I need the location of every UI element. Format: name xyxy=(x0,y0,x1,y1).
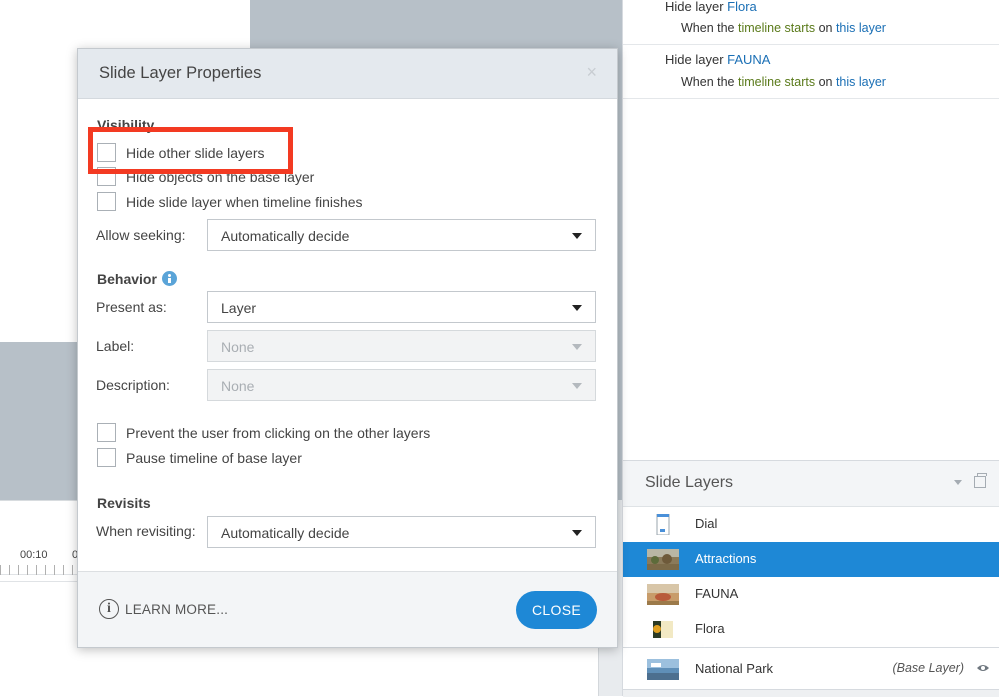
layer-item-flora[interactable]: Flora xyxy=(623,612,999,647)
trigger-action: Hide layer FAUNA xyxy=(665,52,770,67)
behavior-section-title: Behavior xyxy=(97,271,157,287)
checkbox-label: Hide slide layer when timeline finishes xyxy=(126,194,363,210)
chevron-down-icon xyxy=(572,344,582,350)
allow-seeking-select[interactable]: Automatically decide xyxy=(207,219,596,251)
trigger-condition: When the timeline starts on this layer xyxy=(681,21,886,35)
select-value: Automatically decide xyxy=(221,525,350,541)
dialog-title: Slide Layer Properties xyxy=(99,64,262,82)
trigger-action-text: Hide layer xyxy=(665,0,728,14)
layer-name: Attractions xyxy=(695,551,757,566)
label-label: Label: xyxy=(96,338,135,354)
trigger-target-link[interactable]: FAUNA xyxy=(727,52,770,67)
layer-item-fauna[interactable]: FAUNA xyxy=(623,577,999,612)
learn-more-link[interactable]: LEARN MORE... xyxy=(125,602,228,617)
close-icon[interactable]: × xyxy=(586,63,597,81)
trigger-object-link[interactable]: this layer xyxy=(836,21,886,35)
checkbox-label: Prevent the user from clicking on the ot… xyxy=(126,425,431,441)
chevron-down-icon xyxy=(572,530,582,536)
info-icon[interactable] xyxy=(162,271,177,286)
checkbox-box[interactable] xyxy=(97,192,116,211)
when-revisiting-select[interactable]: Automatically decide xyxy=(207,516,596,548)
base-layer-tag: (Base Layer) xyxy=(892,661,964,675)
layer-name: Flora xyxy=(695,621,725,636)
description-select: None xyxy=(207,369,596,401)
collapse-arrow-icon[interactable] xyxy=(954,480,962,485)
eye-icon[interactable] xyxy=(976,663,990,673)
present-as-select[interactable]: Layer xyxy=(207,291,596,323)
fauna-thumbnail-icon xyxy=(647,584,679,605)
base-layer-name: National Park xyxy=(695,661,774,676)
base-layer-item[interactable]: National Park (Base Layer) xyxy=(623,647,999,689)
select-value: None xyxy=(221,339,255,355)
layer-name: Dial xyxy=(695,516,718,531)
checkbox-box[interactable] xyxy=(97,423,116,442)
label-select: None xyxy=(207,330,596,362)
highlight-annotation xyxy=(88,127,293,174)
chevron-down-icon xyxy=(572,233,582,239)
revisits-section-title: Revisits xyxy=(97,495,151,511)
trigger-event-link[interactable]: timeline starts xyxy=(738,21,815,35)
dialog-footer: i LEARN MORE... CLOSE xyxy=(78,571,617,647)
dial-thumbnail-icon xyxy=(656,514,670,535)
trigger-cond-mid: on xyxy=(815,75,836,89)
when-revisiting-label: When revisiting: xyxy=(96,523,196,539)
allow-seeking-label: Allow seeking: xyxy=(96,227,186,243)
flora-thumbnail-icon xyxy=(653,621,673,638)
national-park-thumbnail-icon xyxy=(647,659,679,680)
trigger-condition: When the timeline starts on this layer xyxy=(681,75,886,89)
trigger-item[interactable]: Hide layer Flora When the timeline start… xyxy=(623,0,999,45)
trigger-cond-prefix: When the xyxy=(681,75,738,89)
slide-layers-panel: Slide Layers Dial Attractions FAUNA Flor… xyxy=(623,460,999,697)
layer-item-attractions[interactable]: Attractions xyxy=(623,542,999,577)
trigger-object-link[interactable]: this layer xyxy=(836,75,886,89)
select-value: Automatically decide xyxy=(221,228,350,244)
chevron-down-icon xyxy=(572,383,582,389)
trigger-action-text: Hide layer xyxy=(665,52,728,67)
trigger-list: Hide layer Flora When the timeline start… xyxy=(623,0,999,99)
trigger-cond-mid: on xyxy=(815,21,836,35)
trigger-cond-prefix: When the xyxy=(681,21,738,35)
right-panel: Hide layer Flora When the timeline start… xyxy=(622,0,999,697)
select-value: Layer xyxy=(221,300,257,316)
layer-item-dial[interactable]: Dial xyxy=(623,507,999,542)
trigger-event-link[interactable]: timeline starts xyxy=(738,75,815,89)
slide-layers-header: Slide Layers xyxy=(623,461,999,507)
trigger-action: Hide layer Flora xyxy=(665,0,757,14)
close-button[interactable]: CLOSE xyxy=(516,591,597,629)
slide-layers-title: Slide Layers xyxy=(645,474,734,491)
select-value: None xyxy=(221,378,255,394)
info-circle-icon[interactable]: i xyxy=(99,599,119,619)
chevron-down-icon xyxy=(572,305,582,311)
layer-name: FAUNA xyxy=(695,586,739,601)
attractions-thumbnail-icon xyxy=(647,549,679,570)
dialog-header: Slide Layer Properties × xyxy=(78,49,617,99)
present-as-label: Present as: xyxy=(96,299,167,315)
trigger-target-link[interactable]: Flora xyxy=(727,0,757,14)
description-label: Description: xyxy=(96,377,170,393)
ruler-tick-label: 00:10 xyxy=(20,549,48,561)
float-window-icon[interactable] xyxy=(974,473,987,488)
trigger-item[interactable]: Hide layer FAUNA When the timeline start… xyxy=(623,45,999,99)
checkbox-label: Pause timeline of base layer xyxy=(126,450,302,466)
checkbox-box[interactable] xyxy=(97,448,116,467)
